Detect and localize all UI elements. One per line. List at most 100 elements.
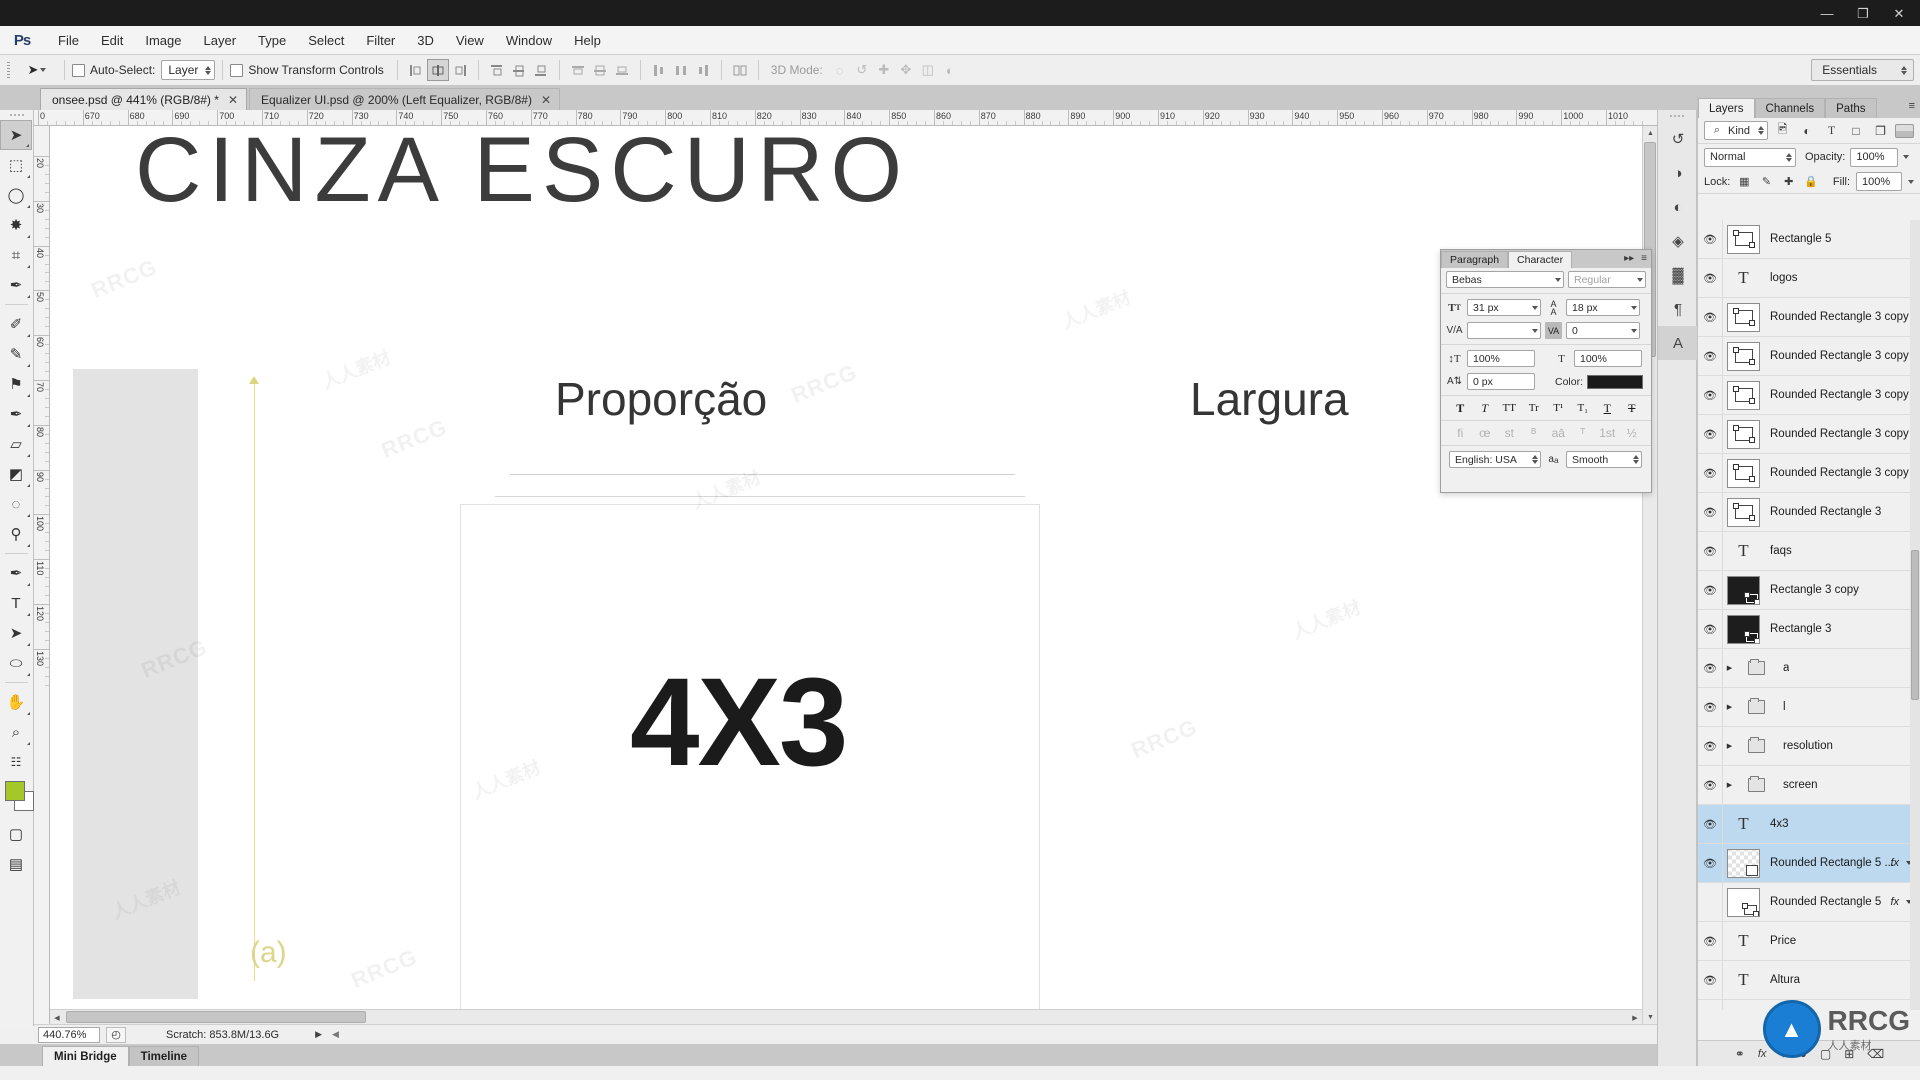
layer-filter-kind-select[interactable]: ⌕ Kind	[1704, 121, 1768, 140]
dock-grip[interactable]	[1658, 110, 1696, 122]
faux-italic-button[interactable]: T	[1476, 401, 1494, 416]
layer-row[interactable]: Rounded Rectangle 5 fx	[1698, 882, 1920, 922]
filter-pixel-layers-icon[interactable]: 🖻	[1773, 121, 1792, 141]
layer-thumbnail[interactable]	[1727, 497, 1760, 527]
align-left-edges-button[interactable]	[405, 59, 427, 81]
brush-tool[interactable]: ✎	[0, 339, 32, 369]
move-tool[interactable]: ➤	[0, 120, 32, 150]
layer-row[interactable]: 👁 Rectangle 3 copy	[1698, 570, 1920, 610]
filter-shape-layers-icon[interactable]: □	[1846, 121, 1865, 141]
dodge-tool[interactable]: ⚲	[0, 519, 32, 549]
layer-thumbnail[interactable]	[1727, 848, 1760, 878]
lasso-tool[interactable]: ◯	[0, 180, 32, 210]
lock-all-icon[interactable]: 🔒	[1803, 173, 1819, 190]
all-caps-button[interactable]: TT	[1500, 402, 1518, 414]
layer-name[interactable]: Rounded Rectangle 5	[1770, 896, 1881, 908]
layer-name[interactable]: Rounded Rectangle 3 copy 4	[1770, 389, 1918, 401]
swash-button[interactable]: ᴮ	[1525, 426, 1543, 440]
scroll-up-icon[interactable]: ▲	[1643, 126, 1658, 140]
align-bottom-edges-button[interactable]	[530, 59, 552, 81]
layer-name[interactable]: l	[1783, 701, 1786, 713]
filter-adjustment-layers-icon[interactable]: ◐	[1797, 121, 1816, 141]
font-family-select[interactable]: Bebas	[1446, 271, 1564, 288]
vertical-scale-input[interactable]: 100%	[1467, 350, 1535, 367]
blend-mode-select[interactable]: Normal	[1704, 147, 1796, 167]
group-twirl-icon[interactable]: ▶	[1723, 703, 1736, 711]
layer-name[interactable]: logos	[1770, 272, 1798, 284]
distribute-horizontal-centers-button[interactable]	[670, 59, 692, 81]
layer-thumbnail[interactable]	[1727, 887, 1760, 917]
menu-file[interactable]: File	[47, 26, 90, 55]
layer-thumbnail[interactable]	[1727, 380, 1760, 410]
rectangular-marquee-tool[interactable]: ⬚	[0, 150, 32, 180]
menu-select[interactable]: Select	[297, 26, 355, 55]
menu-view[interactable]: View	[445, 26, 495, 55]
layer-visibility-toggle[interactable]: 👁	[1698, 453, 1723, 493]
layer-effects-icon[interactable]: fx	[1890, 896, 1899, 908]
tab-timeline[interactable]: Timeline	[128, 1046, 200, 1066]
layer-visibility-toggle[interactable]: 👁	[1698, 414, 1723, 454]
scroll-right-icon[interactable]: ▶	[1628, 1010, 1642, 1025]
align-vertical-centers-button[interactable]	[508, 59, 530, 81]
layer-name[interactable]: Rounded Rectangle 3 copy	[1770, 467, 1909, 479]
link-layers-button[interactable]: ⚭	[1735, 1047, 1745, 1061]
lock-image-pixels-icon[interactable]: ✎	[1758, 173, 1774, 190]
distribute-vertical-centers-button[interactable]	[589, 59, 611, 81]
layer-name[interactable]: Altura	[1770, 974, 1800, 986]
layer-name[interactable]: screen	[1783, 779, 1818, 791]
layer-visibility-toggle[interactable]: 👁	[1698, 687, 1723, 727]
layer-visibility-toggle[interactable]: 👁	[1698, 843, 1723, 883]
history-brush-tool[interactable]: ✒	[0, 399, 32, 429]
close-icon[interactable]: ✕	[541, 93, 551, 107]
tab-paths[interactable]: Paths	[1825, 98, 1877, 118]
maximize-button[interactable]: ❐	[1846, 1, 1880, 25]
foreground-color-swatch[interactable]	[5, 781, 25, 801]
layer-row[interactable]: 👁 Rounded Rectangle 3 copy	[1698, 453, 1920, 493]
document-sizes-icon[interactable]: ◴	[106, 1026, 126, 1043]
layer-visibility-toggle[interactable]: 👁	[1698, 765, 1723, 805]
layer-row[interactable]: 👁 ▶ screen	[1698, 765, 1920, 805]
oldstyle-button[interactable]: aā	[1549, 426, 1567, 440]
font-style-select[interactable]: Regular	[1568, 271, 1646, 288]
layer-row[interactable]: 👁 Rounded Rectangle 5 ... fx	[1698, 843, 1920, 883]
filter-smart-objects-icon[interactable]: ❐	[1871, 121, 1890, 141]
layer-name[interactable]: Rectangle 3 copy	[1770, 584, 1859, 596]
scroll-down-icon[interactable]: ▼	[1643, 1010, 1658, 1024]
menu-image[interactable]: Image	[134, 26, 192, 55]
show-transform-controls-checkbox[interactable]	[230, 63, 244, 77]
layer-thumbnail[interactable]	[1740, 654, 1773, 683]
layer-thumbnail[interactable]	[1740, 693, 1773, 722]
menu-3d[interactable]: 3D	[406, 26, 445, 55]
distribute-top-edges-button[interactable]	[567, 59, 589, 81]
quick-mask-toggle[interactable]: ▢	[0, 819, 32, 849]
faux-bold-button[interactable]: T	[1451, 401, 1469, 416]
layer-thumbnail[interactable]: T	[1727, 1005, 1760, 1010]
layer-row[interactable]: 👁 ▶ resolution	[1698, 726, 1920, 766]
standard-ligatures-button[interactable]: fi	[1451, 426, 1469, 440]
filter-type-layers-icon[interactable]: T	[1822, 121, 1841, 141]
layer-thumbnail[interactable]	[1740, 771, 1773, 800]
layer-thumbnail[interactable]	[1727, 614, 1760, 644]
color-swatches[interactable]	[0, 777, 34, 819]
zoom-tool[interactable]: ⌕	[0, 717, 32, 747]
layer-row[interactable]: 👁 Tfaqs	[1698, 531, 1920, 571]
layer-thumbnail[interactable]	[1727, 224, 1760, 254]
close-icon[interactable]: ✕	[228, 93, 238, 107]
layer-visibility-toggle[interactable]: 👁	[1698, 999, 1723, 1010]
spot-healing-brush-tool[interactable]: ✐	[0, 309, 32, 339]
workspace-switcher[interactable]: Essentials	[1811, 59, 1914, 81]
layer-visibility-toggle[interactable]: 👁	[1698, 570, 1723, 610]
edit-toolbar-button[interactable]: ☷	[0, 747, 32, 777]
document-tab-onsee[interactable]: onsee.psd @ 441% (RGB/8#) * ✕	[40, 88, 247, 110]
layer-name[interactable]: Rounded Rectangle 3 copy 6	[1770, 311, 1918, 323]
layer-name[interactable]: Rectangle 5	[1770, 233, 1831, 245]
close-button[interactable]: ✕	[1882, 1, 1916, 25]
eyedropper-tool[interactable]: ✒	[0, 270, 32, 300]
document-tab-equalizer[interactable]: Equalizer UI.psd @ 200% (Left Equalizer,…	[249, 88, 561, 110]
layer-row[interactable]: 👁 T Altura	[1698, 960, 1920, 1000]
layer-visibility-toggle[interactable]: 👁	[1698, 726, 1723, 766]
auto-select-checkbox[interactable]	[72, 63, 85, 77]
pen-tool[interactable]: ✒	[0, 558, 32, 588]
layer-thumbnail[interactable]	[1727, 458, 1760, 488]
distribute-right-edges-button[interactable]	[692, 59, 714, 81]
